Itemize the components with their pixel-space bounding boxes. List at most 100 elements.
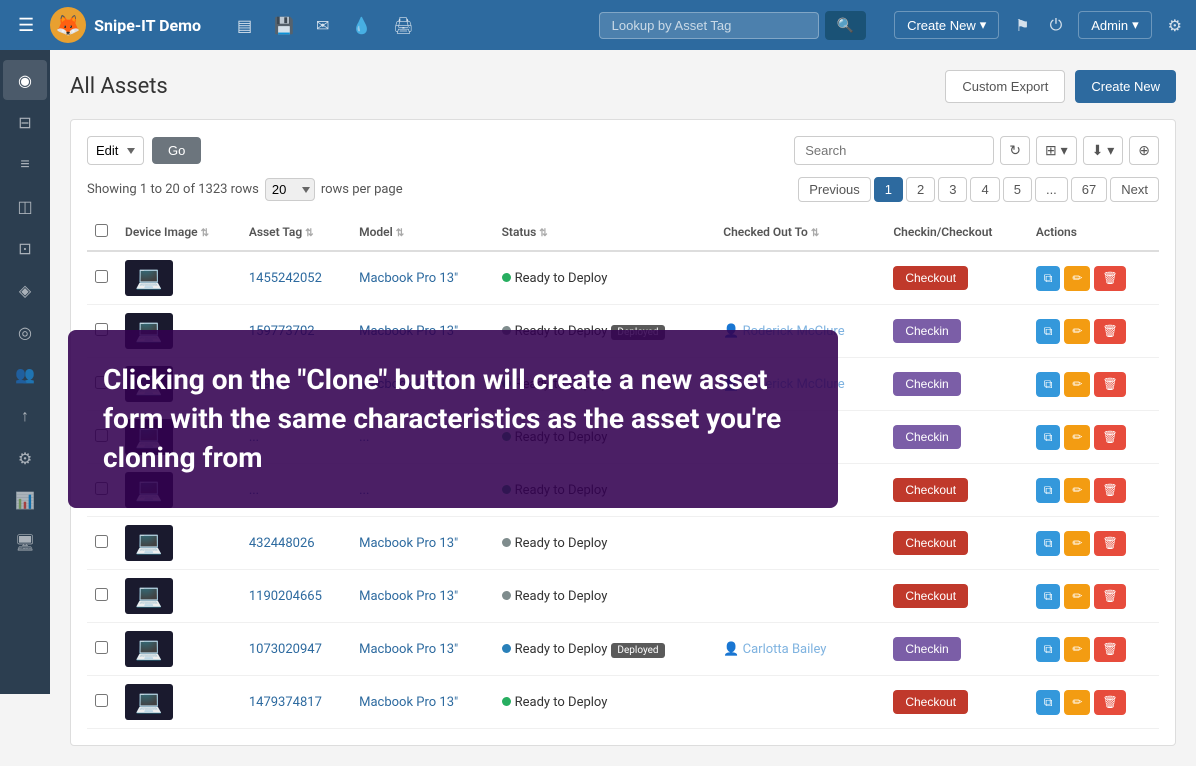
row-checkbox[interactable]: [95, 694, 108, 707]
custom-export-button[interactable]: Custom Export: [945, 70, 1065, 103]
delete-button[interactable]: 🗑: [1094, 584, 1125, 609]
asset-tag-link[interactable]: 1455242052: [249, 271, 322, 286]
checkin-button[interactable]: Checkin: [893, 637, 960, 661]
checkin-button[interactable]: Checkin: [893, 319, 960, 343]
drop-icon[interactable]: 💧: [343, 12, 379, 39]
checkout-button[interactable]: Checkout: [893, 478, 968, 502]
sidebar-item-licenses[interactable]: ◫: [3, 186, 47, 226]
asset-tag-link[interactable]: 1190...: [249, 377, 289, 392]
asset-tag-link[interactable]: ...: [249, 430, 259, 445]
print-icon[interactable]: 🖨: [385, 12, 421, 39]
row-checkbox[interactable]: [95, 535, 108, 548]
clone-button[interactable]: ⧉: [1036, 531, 1061, 556]
asset-tag-link[interactable]: 1479374817: [249, 695, 322, 710]
sidebar-item-settings[interactable]: ⚙: [3, 438, 47, 478]
edit-select[interactable]: Edit: [87, 136, 144, 165]
model-link[interactable]: ...: [359, 483, 369, 498]
edit-button[interactable]: ✏: [1064, 425, 1090, 450]
edit-button[interactable]: ✏: [1064, 531, 1090, 556]
page-67-button[interactable]: 67: [1071, 177, 1107, 202]
row-checkbox[interactable]: [95, 270, 108, 283]
model-link[interactable]: Macbook Pro 13": [359, 642, 458, 657]
model-link[interactable]: ...: [359, 430, 369, 445]
select-all-checkbox[interactable]: [95, 224, 108, 237]
delete-button[interactable]: 🗑: [1094, 637, 1125, 662]
delete-button[interactable]: 🗑: [1094, 266, 1125, 291]
create-new-button[interactable]: Create New: [1075, 70, 1176, 103]
sidebar-item-accessories[interactable]: ⊡: [3, 228, 47, 268]
edit-button[interactable]: ✏: [1064, 266, 1090, 291]
prev-button[interactable]: Previous: [798, 177, 871, 202]
search-button[interactable]: 🔍: [825, 11, 866, 40]
user-link[interactable]: 👤 Carlotta Bailey: [723, 642, 826, 657]
edit-button[interactable]: ✏: [1064, 637, 1090, 662]
model-link[interactable]: Macbook Pro 13": [359, 695, 458, 710]
asset-tag-link[interactable]: 1190204665: [249, 589, 322, 604]
clone-button[interactable]: ⧉: [1036, 425, 1061, 450]
asset-tag-link[interactable]: 159773702: [249, 324, 315, 339]
edit-button[interactable]: ✏: [1064, 690, 1090, 715]
checkin-button[interactable]: Checkin: [893, 425, 960, 449]
clone-button[interactable]: ⧉: [1036, 319, 1061, 344]
model-link[interactable]: Macbook Pro 13": [359, 589, 458, 604]
clone-button[interactable]: ⧉: [1036, 690, 1061, 715]
rows-per-page-select[interactable]: 20 50 100: [265, 178, 315, 201]
page-4-button[interactable]: 4: [970, 177, 999, 202]
admin-button[interactable]: Admin ▾: [1078, 11, 1151, 39]
brand-logo[interactable]: 🦊 Snipe-IT Demo: [50, 7, 201, 43]
model-link[interactable]: Macbook Pro 13": [359, 536, 458, 551]
delete-button[interactable]: 🗑: [1094, 372, 1125, 397]
user-link[interactable]: 👤 Roderick McClure: [723, 377, 844, 392]
row-checkbox[interactable]: [95, 429, 108, 442]
table-search-input[interactable]: [794, 136, 994, 165]
sidebar-item-upload[interactable]: ↑: [3, 396, 47, 436]
asset-tag-link[interactable]: ...: [249, 483, 259, 498]
checkin-button[interactable]: Checkin: [893, 372, 960, 396]
row-checkbox[interactable]: [95, 641, 108, 654]
sidebar-item-users[interactable]: 👥: [3, 354, 47, 394]
search-input[interactable]: [599, 12, 819, 39]
zoom-button[interactable]: ⊕: [1129, 136, 1159, 165]
email-icon[interactable]: ✉: [308, 12, 337, 39]
sidebar-item-reports[interactable]: 📊: [3, 480, 47, 520]
asset-tag-link[interactable]: 1073020947: [249, 642, 322, 657]
row-checkbox[interactable]: [95, 588, 108, 601]
row-checkbox[interactable]: [95, 376, 108, 389]
clone-button[interactable]: ⧉: [1036, 372, 1061, 397]
clone-button[interactable]: ⧉: [1036, 637, 1061, 662]
clone-button[interactable]: ⧉: [1036, 266, 1061, 291]
checkout-button[interactable]: Checkout: [893, 584, 968, 608]
model-link[interactable]: Macbook Pro 13": [359, 324, 458, 339]
next-button[interactable]: Next: [1110, 177, 1159, 202]
model-link[interactable]: Macbook Pro 13": [359, 271, 458, 286]
delete-button[interactable]: 🗑: [1094, 531, 1125, 556]
page-1-button[interactable]: 1: [874, 177, 903, 202]
go-button[interactable]: Go: [152, 137, 201, 164]
checkout-button[interactable]: Checkout: [893, 266, 968, 290]
sidebar-item-dashboard[interactable]: ◉: [3, 60, 47, 100]
hamburger-icon[interactable]: ☰: [10, 11, 42, 40]
delete-button[interactable]: 🗑: [1094, 425, 1125, 450]
edit-button[interactable]: ✏: [1064, 584, 1090, 609]
model-link[interactable]: Macbook Pro 13": [359, 377, 458, 392]
delete-button[interactable]: 🗑: [1094, 319, 1125, 344]
page-3-button[interactable]: 3: [938, 177, 967, 202]
user-link[interactable]: 👤 Roderick McClure: [723, 324, 844, 339]
sidebar-item-consumables[interactable]: ◈: [3, 270, 47, 310]
sidebar-item-list[interactable]: ≡: [3, 144, 47, 184]
delete-button[interactable]: 🗑: [1094, 690, 1125, 715]
edit-button[interactable]: ✏: [1064, 478, 1090, 503]
delete-button[interactable]: 🗑: [1094, 478, 1125, 503]
clone-button[interactable]: ⧉: [1036, 584, 1061, 609]
sidebar-item-components[interactable]: ◎: [3, 312, 47, 352]
refresh-button[interactable]: ↻: [1000, 136, 1030, 165]
clone-button[interactable]: ⧉: [1036, 478, 1061, 503]
barcode-icon[interactable]: ▤: [229, 12, 260, 39]
page-2-button[interactable]: 2: [906, 177, 935, 202]
flag-icon[interactable]: ⚑: [1011, 12, 1033, 39]
sidebar-item-display[interactable]: 🖥: [3, 522, 47, 562]
checkout-button[interactable]: Checkout: [893, 531, 968, 555]
edit-button[interactable]: ✏: [1064, 372, 1090, 397]
sidebar-item-assets[interactable]: ⊟: [3, 102, 47, 142]
asset-tag-link[interactable]: 432448026: [249, 536, 315, 551]
